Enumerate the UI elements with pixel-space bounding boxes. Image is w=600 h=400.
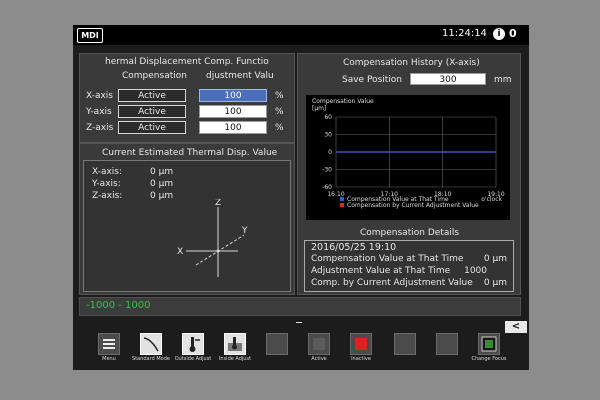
focus-icon (481, 336, 497, 352)
y-axis-adjustment-value[interactable]: 100 (199, 105, 267, 118)
input-range-text: -1000 - 1000 (86, 300, 151, 311)
chart-y-tick-label: 30 (324, 132, 332, 139)
alarm-counter: 0 (509, 27, 517, 40)
softkey-standard-mode[interactable] (140, 333, 162, 355)
est-z-axis-label: Z-axis: (92, 191, 123, 201)
chart-y-tick-label: -30 (322, 167, 332, 174)
softkey-menu[interactable] (98, 333, 120, 355)
x-axis-adjustment-value[interactable]: 100 (199, 89, 267, 102)
detail-value-comp-current: 0 μm (483, 278, 507, 288)
chart-title: Compensation Value (312, 98, 374, 105)
est-x-axis-value: 0 μm (150, 167, 174, 177)
col-compensation-header: Compensation (122, 71, 187, 81)
curve-icon (143, 337, 159, 352)
est-z-axis-value: 0 μm (150, 191, 174, 201)
detail-label-comp-current: Comp. by Current Adjustment Value (311, 278, 473, 288)
active-indicator (313, 338, 325, 350)
history-chart: Compensation Value [μm] 60 30 0 -30 -60 16:10 17… (306, 95, 510, 220)
cnc-screen: MDI 11:24:14 i 0 hermal Displacement Com… (73, 25, 529, 370)
clock: 11:24:14 (442, 28, 487, 39)
softkey-menu-label: Menu (102, 356, 116, 362)
details-title: Compensation Details (360, 228, 460, 238)
softkey-blank-5[interactable] (266, 333, 288, 355)
save-position-input[interactable]: 300 (410, 73, 486, 85)
thermometer-icon (189, 337, 200, 352)
back-button[interactable]: < (505, 321, 527, 333)
x-axis-unit: % (275, 91, 284, 101)
y-axis-line (195, 234, 245, 266)
thermometer-icon (228, 337, 242, 351)
menu-icon (103, 339, 115, 349)
softkey-blank-8[interactable] (394, 333, 416, 355)
z-axis-unit: % (275, 123, 284, 133)
y-axis-text: Y (241, 226, 248, 236)
top-bar: MDI 11:24:14 i 0 (73, 25, 529, 45)
chart-x-axis-label: o'clock (481, 196, 502, 203)
est-y-axis-label: Y-axis: (92, 179, 121, 189)
red-square-icon (355, 338, 367, 350)
detail-value-comp-at-time: 0 μm (483, 254, 507, 264)
chart-legend-entry: Compensation by Current Adjustment Value (347, 202, 479, 209)
details-date: 2016/05/25 19:10 (311, 242, 397, 253)
save-position-unit: mm (494, 75, 512, 85)
save-position-label: Save Position (342, 75, 402, 85)
detail-label-adjust-at-time: Adjustment Value at That Time (311, 266, 451, 276)
comp-function-panel: hermal Displacement Comp. Functio Compen… (79, 53, 295, 143)
chart-y-unit: [μm] (312, 105, 326, 112)
chart-x-tick-label: 16:10 (327, 191, 344, 198)
x-axis-compensation-status[interactable]: Active (118, 89, 186, 102)
softkey-active[interactable] (308, 333, 330, 355)
chart-legend-swatch (340, 203, 344, 207)
z-axis-label: Z-axis (86, 123, 114, 133)
est-x-axis-label: X-axis: (92, 167, 123, 177)
status-bar: -1000 - 1000 (79, 297, 521, 316)
details-box: 2016/05/25 19:10 Compensation Value at T… (304, 240, 514, 292)
page-indicator (296, 322, 302, 323)
chart-legend-swatch (340, 197, 344, 201)
axis-diagram: Z Y X (177, 199, 248, 277)
origin-point (216, 249, 220, 253)
col-adjustment-header: djustment Valu (206, 71, 274, 81)
z-axis-adjustment-value[interactable]: 100 (199, 121, 267, 134)
compensation-history-panel: Compensation History (X-axis) Save Posit… (297, 53, 521, 295)
softkey-outside-adjust-label: Outside Adjust (174, 356, 212, 362)
detail-value-adjust-at-time: 1000 (464, 266, 487, 276)
y-axis-label: Y-axis (86, 107, 112, 117)
chart-y-tick-label: -60 (322, 184, 332, 191)
x-axis-label: X-axis (86, 91, 113, 101)
detail-label-comp-at-time: Compensation Value at That Time (311, 254, 464, 264)
comp-function-title: hermal Displacement Comp. Functio (105, 57, 269, 67)
x-axis-text: X (177, 247, 183, 257)
softkey-inside-adjust-label: Inside Adjust (218, 356, 252, 362)
y-axis-compensation-status[interactable]: Active (118, 105, 186, 118)
softkey-inactive[interactable] (350, 333, 372, 355)
chart-y-tick-label: 60 (324, 114, 332, 121)
history-chart-svg: Compensation Value[μm]60300-30-6016:10 17… (312, 98, 505, 209)
softkey-inside-adjust[interactable] (224, 333, 246, 355)
softkey-standard-mode-label: Standard Mode (132, 356, 170, 362)
softkey-change-focus-label: Change Focus (471, 356, 507, 362)
mode-indicator: MDI (77, 28, 103, 43)
softkey-change-focus[interactable] (478, 333, 500, 355)
history-title: Compensation History (X-axis) (343, 58, 480, 68)
est-y-axis-value: 0 μm (150, 179, 174, 189)
current-estimated-panel: Current Estimated Thermal Disp. Value X-… (79, 143, 295, 295)
chart-y-tick-label: 0 (328, 149, 332, 156)
current-estimated-title: Current Estimated Thermal Disp. Value (102, 148, 278, 158)
softkey-outside-adjust[interactable] (182, 333, 204, 355)
info-icon[interactable]: i (493, 28, 505, 40)
softkey-active-label: Active (311, 356, 327, 362)
softkey-blank-9[interactable] (436, 333, 458, 355)
current-estimated-box: X-axis: 0 μm Y-axis: 0 μm Z-axis: 0 μm Z… (83, 160, 291, 292)
y-axis-unit: % (275, 107, 284, 117)
z-axis-compensation-status[interactable]: Active (118, 121, 186, 134)
softkey-inactive-label: Inactive (351, 356, 371, 362)
z-axis-text: Z (215, 199, 221, 208)
